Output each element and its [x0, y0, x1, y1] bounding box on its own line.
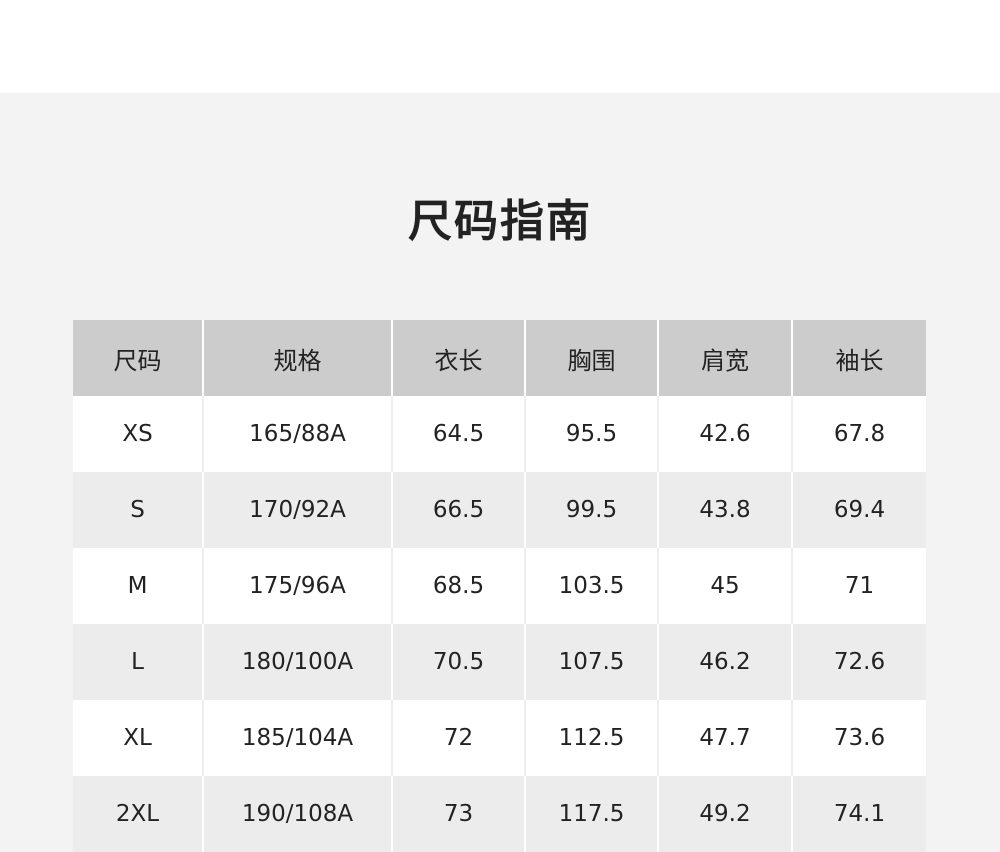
header-shoulder: 肩宽	[659, 320, 793, 396]
top-whitespace	[0, 0, 1000, 93]
cell-shoulder: 45	[659, 548, 793, 624]
cell-size: XS	[73, 396, 204, 472]
table-row: XS 165/88A 64.5 95.5 42.6 67.8	[73, 396, 926, 472]
cell-shoulder: 42.6	[659, 396, 793, 472]
cell-chest: 107.5	[526, 624, 659, 700]
cell-sleeve: 71	[793, 548, 926, 624]
table-row: S 170/92A 66.5 99.5 43.8 69.4	[73, 472, 926, 548]
page-title: 尺码指南	[408, 196, 592, 247]
cell-size: S	[73, 472, 204, 548]
header-sleeve: 袖长	[793, 320, 926, 396]
cell-length: 66.5	[393, 472, 526, 548]
cell-size: L	[73, 624, 204, 700]
cell-chest: 99.5	[526, 472, 659, 548]
header-chest: 胸围	[526, 320, 659, 396]
cell-length: 64.5	[393, 396, 526, 472]
cell-size: M	[73, 548, 204, 624]
table-row: 2XL 190/108A 73 117.5 49.2 74.1	[73, 776, 926, 852]
header-spec: 规格	[204, 320, 393, 396]
cell-sleeve: 67.8	[793, 396, 926, 472]
table-row: XL 185/104A 72 112.5 47.7 73.6	[73, 700, 926, 776]
cell-spec: 190/108A	[204, 776, 393, 852]
cell-sleeve: 73.6	[793, 700, 926, 776]
cell-size: 2XL	[73, 776, 204, 852]
cell-chest: 112.5	[526, 700, 659, 776]
header-size: 尺码	[73, 320, 204, 396]
size-chart-table: 尺码 规格 衣长 胸围 肩宽 袖长 XS 165/88A 64.5 95.5 4…	[73, 320, 926, 852]
cell-size: XL	[73, 700, 204, 776]
cell-shoulder: 43.8	[659, 472, 793, 548]
header-length: 衣长	[393, 320, 526, 396]
cell-chest: 117.5	[526, 776, 659, 852]
cell-length: 68.5	[393, 548, 526, 624]
cell-sleeve: 69.4	[793, 472, 926, 548]
cell-sleeve: 74.1	[793, 776, 926, 852]
cell-spec: 170/92A	[204, 472, 393, 548]
cell-length: 73	[393, 776, 526, 852]
cell-chest: 95.5	[526, 396, 659, 472]
table-row: L 180/100A 70.5 107.5 46.2 72.6	[73, 624, 926, 700]
cell-spec: 165/88A	[204, 396, 393, 472]
cell-shoulder: 49.2	[659, 776, 793, 852]
cell-spec: 185/104A	[204, 700, 393, 776]
cell-chest: 103.5	[526, 548, 659, 624]
cell-shoulder: 47.7	[659, 700, 793, 776]
cell-length: 70.5	[393, 624, 526, 700]
cell-length: 72	[393, 700, 526, 776]
cell-spec: 180/100A	[204, 624, 393, 700]
cell-spec: 175/96A	[204, 548, 393, 624]
table-header-row: 尺码 规格 衣长 胸围 肩宽 袖长	[73, 320, 926, 396]
cell-shoulder: 46.2	[659, 624, 793, 700]
table-row: M 175/96A 68.5 103.5 45 71	[73, 548, 926, 624]
cell-sleeve: 72.6	[793, 624, 926, 700]
